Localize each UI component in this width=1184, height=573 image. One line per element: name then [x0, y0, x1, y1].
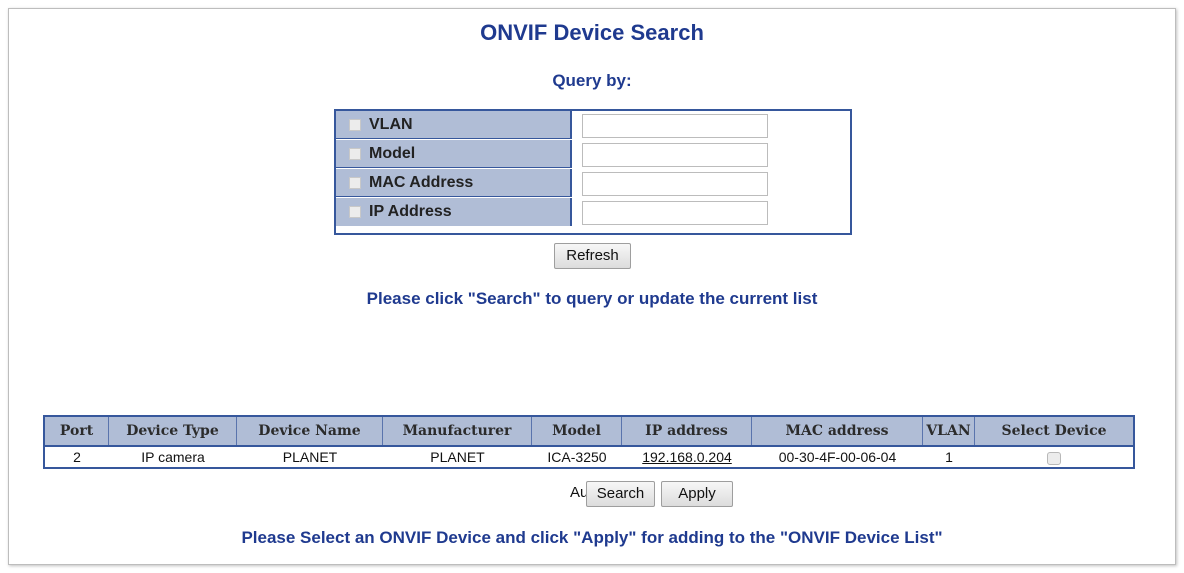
page-title: ONVIF Device Search — [480, 20, 704, 45]
column-header-device-type: Device Type — [109, 417, 237, 445]
ip-address-checkbox[interactable] — [349, 206, 361, 218]
cell-select-device — [975, 447, 1133, 467]
apply-hint-text: Please Select an ONVIF Device and click … — [241, 528, 943, 547]
column-header-port: Port — [45, 417, 109, 445]
query-table: VLAN Model MAC Address IP Address — [334, 109, 852, 235]
cell-mac-address: 00-30-4F-00-06-04 — [778, 449, 897, 465]
search-hint-text: Please click "Search" to query or update… — [366, 289, 818, 308]
query-row-ip-address: IP Address — [336, 198, 850, 227]
model-input[interactable] — [582, 143, 768, 167]
model-label: Model — [369, 144, 416, 162]
query-row-model: Model — [336, 140, 850, 169]
cell-port: 2 — [73, 449, 81, 465]
mac-address-input[interactable] — [582, 172, 768, 196]
search-button[interactable]: Search — [586, 481, 655, 507]
mac-address-checkbox[interactable] — [349, 176, 361, 189]
cell-manufacturer: PLANET — [430, 449, 485, 465]
cell-ip-address-link[interactable]: 192.168.0.204 — [622, 447, 752, 467]
query-label-cell: Model — [336, 140, 572, 168]
column-header-vlan: VLAN — [923, 417, 975, 445]
column-header-device-name: Device Name — [237, 417, 383, 445]
results-table-header: Port Device Type Device Name Manufacture… — [45, 417, 1133, 447]
ip-address-label: IP Address — [369, 203, 452, 220]
vlan-label: VLAN — [369, 115, 413, 133]
cell-device-name: PLANET — [282, 449, 338, 465]
query-label-cell: MAC Address — [336, 169, 572, 197]
results-table: Port Device Type Device Name Manufacture… — [43, 415, 1135, 469]
apply-button[interactable]: Apply — [661, 481, 733, 507]
cell-vlan: 1 — [945, 449, 953, 465]
column-header-mac-address: MAC address — [752, 417, 923, 445]
query-by-label: Query by: — [552, 71, 632, 90]
query-row-mac-address: MAC Address — [336, 169, 850, 198]
refresh-button[interactable]: Refresh — [554, 243, 631, 269]
cell-device-type: IP camera — [141, 449, 205, 465]
model-checkbox[interactable] — [349, 147, 361, 160]
ip-address-input[interactable] — [582, 201, 768, 225]
query-label-cell: IP Address — [336, 198, 572, 226]
query-row-vlan: VLAN — [336, 111, 850, 140]
column-header-select-device: Select Device — [1001, 423, 1107, 439]
column-header-manufacturer: Manufacturer — [383, 417, 532, 445]
cell-model: ICA-3250 — [547, 449, 607, 465]
vlan-input[interactable] — [582, 114, 768, 138]
query-label-cell: VLAN — [336, 111, 572, 139]
column-header-model: Model — [532, 417, 622, 445]
mac-address-label: MAC Address — [369, 173, 474, 191]
select-device-checkbox[interactable] — [1047, 451, 1061, 465]
vlan-checkbox[interactable] — [349, 118, 361, 131]
column-header-ip-address: IP address — [622, 417, 752, 445]
